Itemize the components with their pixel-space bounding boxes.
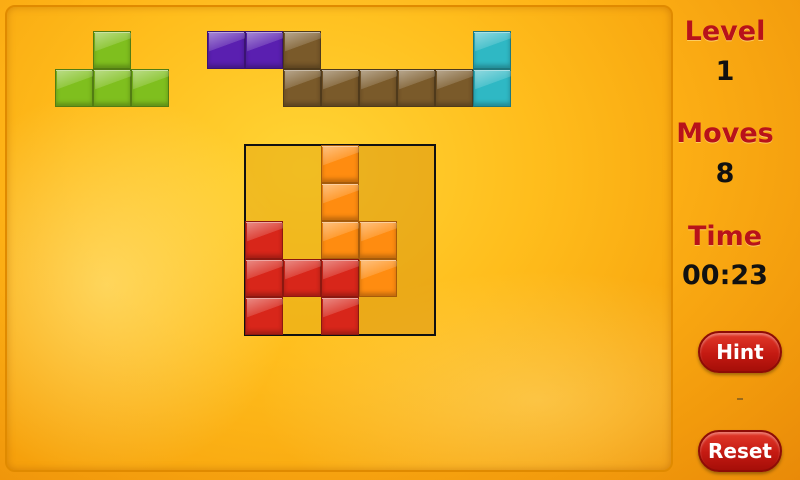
cyan-piece-tile[interactable] xyxy=(473,69,511,107)
orange-piece-tile[interactable] xyxy=(359,221,397,259)
red-piece-tile[interactable] xyxy=(245,259,283,297)
orange-piece-tile[interactable] xyxy=(321,183,359,221)
reset-button[interactable]: Reset xyxy=(698,430,782,472)
green-t-piece-tile[interactable] xyxy=(131,69,169,107)
brown-piece-tile[interactable] xyxy=(359,69,397,107)
red-piece-tile[interactable] xyxy=(321,259,359,297)
purple-piece-tile[interactable] xyxy=(245,31,283,69)
green-t-piece-tile[interactable] xyxy=(55,69,93,107)
purple-piece-tile[interactable] xyxy=(207,31,245,69)
brown-piece-tile[interactable] xyxy=(321,69,359,107)
orange-piece-tile[interactable] xyxy=(359,259,397,297)
hint-button[interactable]: Hint xyxy=(698,331,782,373)
red-piece-tile[interactable] xyxy=(283,259,321,297)
level-value: 1 xyxy=(715,56,735,87)
brown-piece-tile[interactable] xyxy=(435,69,473,107)
green-t-piece-tile[interactable] xyxy=(93,31,131,69)
time-value: 00:23 xyxy=(682,260,768,291)
red-piece-tile[interactable] xyxy=(245,221,283,259)
green-t-piece-tile[interactable] xyxy=(93,69,131,107)
cyan-piece-tile[interactable] xyxy=(473,31,511,69)
moves-value: 8 xyxy=(715,158,735,189)
brown-piece-tile[interactable] xyxy=(397,69,435,107)
red-piece-tile[interactable] xyxy=(321,297,359,335)
time-label: Time xyxy=(687,221,763,252)
moves-label: Moves xyxy=(676,118,774,149)
separator-dash xyxy=(737,398,743,400)
brown-piece-tile[interactable] xyxy=(283,31,321,69)
red-piece-tile[interactable] xyxy=(245,297,283,335)
brown-piece-tile[interactable] xyxy=(283,69,321,107)
orange-piece-tile[interactable] xyxy=(321,221,359,259)
orange-piece-tile[interactable] xyxy=(321,145,359,183)
level-label: Level xyxy=(684,16,766,47)
